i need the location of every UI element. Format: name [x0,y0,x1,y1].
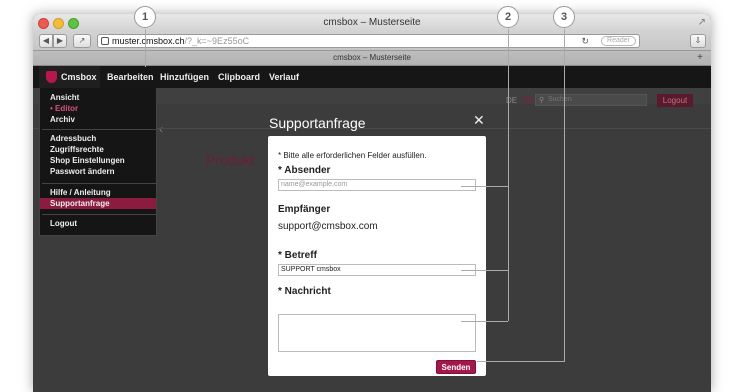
dropdown-item-editor[interactable]: • Editor [50,104,78,113]
url-host: muster.cmsbox.ch [112,36,185,46]
reader-button[interactable]: Reader [601,36,636,46]
callout-badge: 1 [134,6,156,28]
callout-line [461,321,508,322]
dropdown-divider [42,183,156,184]
reload-icon[interactable]: ↻ [581,35,589,47]
tab-bar: cmsbox – Musterseite + [33,50,711,66]
collapse-arrow-icon[interactable]: ‹ [159,122,163,136]
dropdown-item-hilfe[interactable]: Hilfe / Anleitung [50,188,111,197]
subject-label: * Betreff [278,250,317,261]
menu-verlauf[interactable]: Verlauf [269,66,299,88]
address-bar[interactable]: muster.cmsbox.ch/?_k=~9Ez55oC ↻ Reader [97,34,640,48]
page-heading: Produkt [206,152,255,168]
dropdown-divider [42,214,156,215]
support-dialog: * Bitte alle erforderlichen Felder ausfü… [268,136,486,376]
fullscreen-icon[interactable]: ↗ [698,17,706,28]
menu-cmsbox-label: Cmsbox [61,72,97,82]
menu-cmsbox[interactable]: Cmsbox [39,66,100,88]
dropdown-item-logout[interactable]: Logout [50,219,77,228]
cmsbox-dropdown-menu: Ansicht • Editor Archiv Adressbuch Zugri… [39,88,157,236]
recipient-value: support@cmsbox.com [278,221,378,232]
subject-field[interactable]: SUPPORT cmsbox [278,264,476,276]
dropdown-item-ansicht[interactable]: Ansicht [50,93,79,102]
callout-line [461,270,508,271]
dropdown-item-shop-einstellungen[interactable]: Shop Einstellungen [50,156,125,165]
callout-line [508,29,509,321]
tab-active[interactable]: cmsbox – Musterseite [33,53,711,62]
callout-line [564,29,565,361]
page-search-input[interactable]: ⚲ Suchen [535,94,647,106]
back-button[interactable]: ◀ [39,34,53,48]
forward-button[interactable]: ▶ [53,34,67,48]
url-path: /?_k=~9Ez55oC [184,36,250,46]
close-icon[interactable]: ✕ [473,112,485,129]
callout-badge: 3 [553,6,575,28]
search-icon: ⚲ [539,97,545,104]
new-tab-icon[interactable]: + [693,52,707,64]
dropdown-item-supportanfrage[interactable]: Supportanfrage [50,199,110,208]
required-hint: * Bitte alle erforderlichen Felder ausfü… [278,151,427,160]
sender-field[interactable]: name@example.com [278,179,476,191]
message-textarea[interactable] [278,314,476,352]
dropdown-item-adressbuch[interactable]: Adressbuch [50,134,96,143]
dropdown-item-passwort-aendern[interactable]: Passwort ändern [50,167,114,176]
lang-en-link[interactable]: EN [523,96,534,105]
dropdown-divider [42,129,156,130]
message-label: * Nachricht [278,286,331,297]
search-placeholder: Suchen [548,96,572,103]
modal-title: Supportanfrage [269,115,366,131]
menu-clipboard[interactable]: Clipboard [218,66,260,88]
share-button[interactable]: ↗ [73,34,91,48]
callout-badge: 2 [497,6,519,28]
cmsbox-logo-icon [46,71,57,83]
cms-menubar: Cmsbox Bearbeiten Hinzufügen Clipboard V… [33,66,711,88]
send-button[interactable]: Senden [436,360,476,374]
callout-line [477,361,565,362]
browser-toolbar: ◀ ▶ ↗ muster.cmsbox.ch/?_k=~9Ez55oC ↻ Re… [33,32,711,50]
callout-line [145,29,146,67]
downloads-button[interactable]: ⇩ [690,34,706,48]
recipient-label: Empfänger [278,204,331,215]
menu-hinzufuegen[interactable]: Hinzufügen [160,66,209,88]
browser-window: cmsbox – Musterseite ↗ ◀ ▶ ↗ muster.cmsb… [33,14,711,392]
sender-label: * Absender [278,165,331,176]
callout-line [461,186,508,187]
menu-bearbeiten[interactable]: Bearbeiten [107,66,154,88]
dropdown-item-zugriffsrechte[interactable]: Zugriffsrechte [50,145,104,154]
page-logout-button[interactable]: Logout [657,94,693,107]
dropdown-item-archiv[interactable]: Archiv [50,115,75,124]
site-icon [101,37,109,45]
